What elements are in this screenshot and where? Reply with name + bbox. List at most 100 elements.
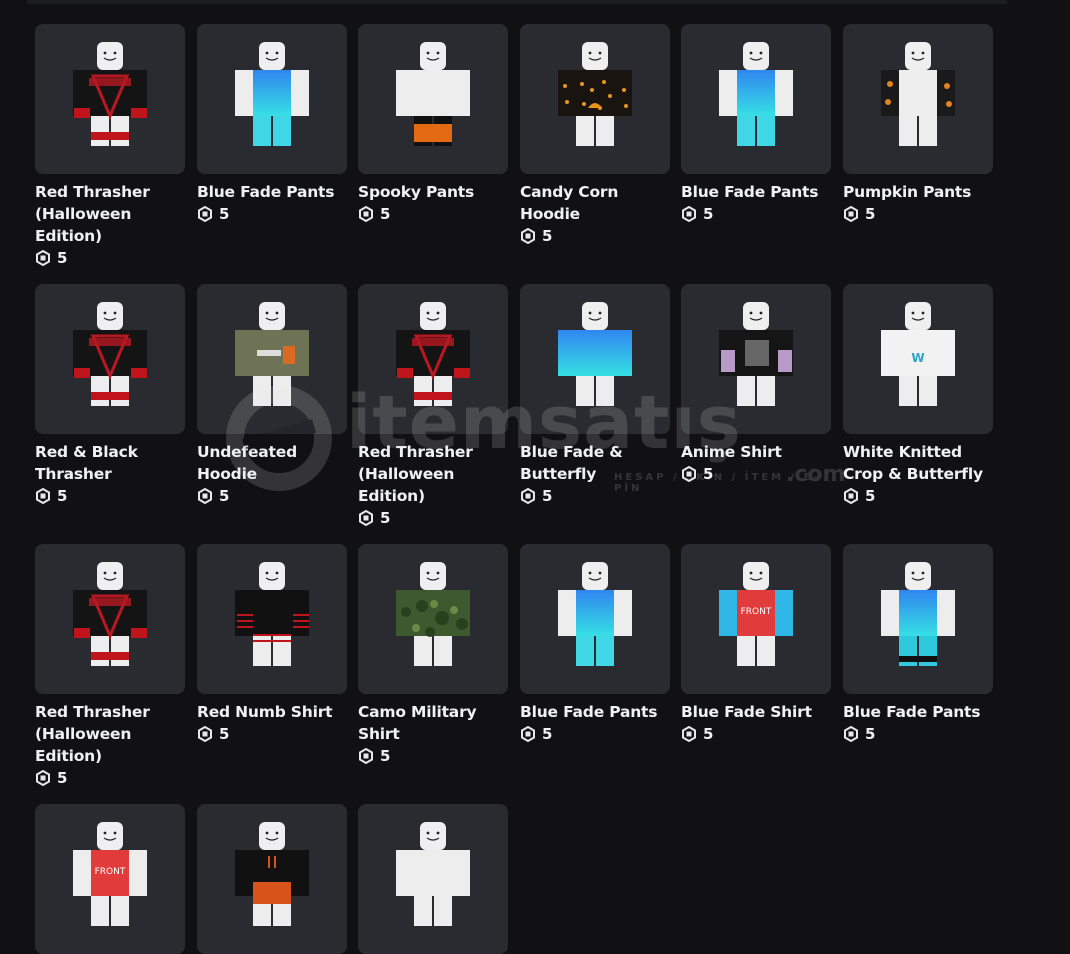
svg-text:W: W [911, 351, 924, 365]
avatar-image [73, 302, 147, 406]
item-name[interactable]: Spooky Pants [358, 181, 508, 203]
price-value: 5 [865, 205, 876, 223]
item-price: 5 [843, 725, 993, 743]
price-value: 5 [219, 205, 230, 223]
robux-icon [359, 748, 373, 764]
item-card[interactable]: Blue Fade Pants 5 [843, 544, 993, 743]
item-card[interactable]: Pumpkin Pants 5 [843, 24, 993, 223]
robux-icon [198, 488, 212, 504]
item-price: 5 [35, 769, 185, 787]
item-thumbnail[interactable] [358, 24, 508, 174]
item-name[interactable]: Red Numb Shirt [197, 701, 347, 723]
price-value: 5 [57, 487, 68, 505]
item-name[interactable]: Blue Fade Shirt [681, 701, 831, 723]
item-thumbnail[interactable] [197, 804, 347, 954]
item-thumbnail[interactable] [520, 284, 670, 434]
item-thumbnail[interactable] [520, 544, 670, 694]
avatar-image [235, 562, 309, 666]
item-name[interactable]: Red Thrasher (Halloween Edition) [35, 181, 185, 247]
item-thumbnail[interactable] [197, 24, 347, 174]
item-name[interactable]: Blue Fade & Butterfly [520, 441, 670, 485]
item-name[interactable]: Blue Fade Pants [520, 701, 670, 723]
item-card[interactable]: Red Thrasher (Halloween Edition) 5 [35, 24, 185, 267]
robux-icon [198, 206, 212, 222]
item-card[interactable]: Candy Corn Hoodie 5 [520, 24, 670, 245]
avatar-image [881, 42, 955, 146]
item-card[interactable]: Blue Fade Pants 5 [681, 24, 831, 223]
item-card[interactable]: Camo Military Shirt 5 [358, 544, 508, 765]
robux-icon [521, 726, 535, 742]
robux-icon [844, 206, 858, 222]
item-thumbnail[interactable]: FRONT [35, 804, 185, 954]
item-name[interactable]: Anime Shirt [681, 441, 831, 463]
item-name[interactable]: Blue Fade Pants [843, 701, 993, 723]
item-price: 5 [358, 205, 508, 223]
price-value: 5 [380, 747, 391, 765]
item-thumbnail[interactable]: W [843, 284, 993, 434]
item-price: 5 [35, 487, 185, 505]
item-card[interactable]: Undefeated Hoodie 5 [197, 284, 347, 505]
item-thumbnail[interactable] [681, 24, 831, 174]
item-name[interactable]: Undefeated Hoodie [197, 441, 347, 485]
robux-icon [844, 726, 858, 742]
item-price: 5 [681, 205, 831, 223]
robux-icon [682, 726, 696, 742]
item-card[interactable] [358, 804, 508, 954]
item-price: 5 [520, 227, 670, 245]
item-card[interactable]: W White Knitted Crop & Butterfly 5 [843, 284, 993, 505]
item-thumbnail[interactable] [358, 804, 508, 954]
item-name[interactable]: Blue Fade Pants [681, 181, 831, 203]
item-thumbnail[interactable] [358, 544, 508, 694]
item-name[interactable]: White Knitted Crop & Butterfly [843, 441, 993, 485]
item-card[interactable]: FRONT [35, 804, 185, 954]
item-price: 5 [681, 725, 831, 743]
item-card[interactable]: Blue Fade Pants 5 [197, 24, 347, 223]
item-card[interactable]: Blue Fade Pants 5 [520, 544, 670, 743]
item-thumbnail[interactable] [681, 284, 831, 434]
item-name[interactable]: Red & Black Thrasher [35, 441, 185, 485]
item-price: 5 [358, 747, 508, 765]
svg-text:FRONT: FRONT [95, 867, 126, 877]
item-thumbnail[interactable] [35, 544, 185, 694]
item-price: 5 [358, 509, 508, 527]
item-name[interactable]: Pumpkin Pants [843, 181, 993, 203]
price-value: 5 [219, 725, 230, 743]
item-name[interactable]: Blue Fade Pants [197, 181, 347, 203]
item-card[interactable] [197, 804, 347, 954]
item-name[interactable]: Candy Corn Hoodie [520, 181, 670, 225]
item-name[interactable]: Camo Military Shirt [358, 701, 508, 745]
avatar-image [235, 42, 309, 146]
price-value: 5 [57, 249, 68, 267]
price-value: 5 [703, 205, 714, 223]
item-card[interactable]: Red Thrasher (Halloween Edition) 5 [35, 544, 185, 787]
item-thumbnail[interactable] [197, 284, 347, 434]
item-card[interactable]: Red & Black Thrasher 5 [35, 284, 185, 505]
item-thumbnail[interactable] [358, 284, 508, 434]
item-thumbnail[interactable]: FRONT [681, 544, 831, 694]
price-value: 5 [219, 487, 230, 505]
item-price: 5 [843, 205, 993, 223]
item-name[interactable]: Red Thrasher (Halloween Edition) [358, 441, 508, 507]
item-thumbnail[interactable] [35, 24, 185, 174]
avatar-image [719, 302, 793, 406]
item-thumbnail[interactable] [843, 544, 993, 694]
item-price: 5 [35, 249, 185, 267]
item-price: 5 [197, 205, 347, 223]
item-price: 5 [520, 487, 670, 505]
top-border [27, 0, 1007, 4]
item-card[interactable]: Red Thrasher (Halloween Edition) 5 [358, 284, 508, 527]
item-card[interactable]: Anime Shirt 5 [681, 284, 831, 483]
item-card[interactable]: Blue Fade & Butterfly 5 [520, 284, 670, 505]
item-thumbnail[interactable] [520, 24, 670, 174]
avatar-image [235, 302, 309, 406]
item-price: 5 [197, 487, 347, 505]
item-thumbnail[interactable] [197, 544, 347, 694]
item-name[interactable]: Red Thrasher (Halloween Edition) [35, 701, 185, 767]
item-card[interactable]: FRONT Blue Fade Shirt 5 [681, 544, 831, 743]
item-card[interactable]: Spooky Pants 5 [358, 24, 508, 223]
item-card[interactable]: Red Numb Shirt 5 [197, 544, 347, 743]
item-thumbnail[interactable] [35, 284, 185, 434]
price-value: 5 [865, 725, 876, 743]
item-thumbnail[interactable] [843, 24, 993, 174]
price-value: 5 [542, 487, 553, 505]
